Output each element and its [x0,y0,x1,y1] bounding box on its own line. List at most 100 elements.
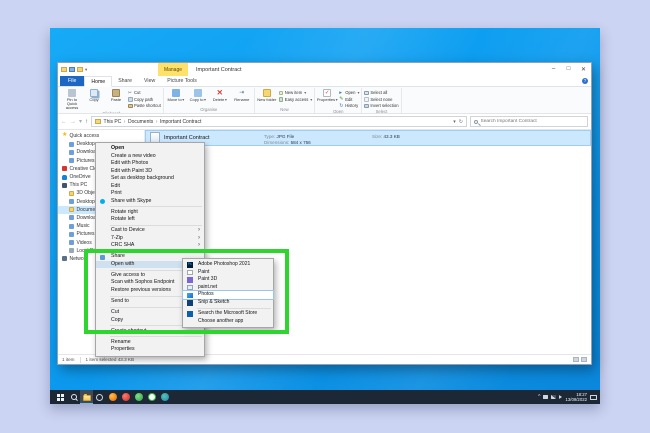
copy-button[interactable]: Copy [84,89,104,102]
rename-button[interactable]: Rename [232,89,252,102]
context-menu-item[interactable]: Open [96,145,204,153]
quick-access-item2-icon[interactable] [77,67,83,72]
taskbar-button[interactable] [80,390,93,404]
context-menu-item[interactable]: Share with Skype [96,198,204,206]
back-icon[interactable]: ← [61,117,67,127]
tray-expand-chevron-icon[interactable]: ^ [538,395,540,400]
menu-item-label: Set as desktop background [111,175,174,181]
edit-button[interactable]: Edit [339,97,359,103]
context-menu-item[interactable]: Set as desktop background [96,175,204,183]
context-menu-item[interactable]: Properties [96,346,204,354]
window-controls: – □ ✕ [546,63,591,75]
context-menu-item[interactable]: CRC SHA [96,242,204,250]
taskbar-button[interactable] [93,390,106,404]
tab-picture-tools[interactable]: Picture Tools [161,76,203,86]
chevron-down-icon: ▾ [304,90,306,95]
minimize-button[interactable]: – [546,63,561,75]
breadcrumb-segment[interactable]: This PC [104,119,122,125]
open-with-app-item[interactable]: Paint [183,269,273,277]
open-with-app-item[interactable]: Snip & Sketch [183,299,273,307]
touch-keyboard-icon[interactable] [590,395,597,400]
pin-to-quick-access-button[interactable]: Pin to Quick access [62,89,82,111]
taskbar-button[interactable] [145,390,158,404]
sidebar-item-icon [69,232,74,237]
file-meta: Type: JPG File Dimensions: 584 x 756 [264,134,311,146]
context-menu-item[interactable]: Edit with Paint 3D [96,168,204,176]
up-icon[interactable]: ↑ [85,117,88,127]
taskbar-clock[interactable]: 18:27 13/09/2022 [565,392,587,402]
file-row[interactable]: Important Contract Type: JPG File Dimens… [145,130,591,146]
taskbar-button[interactable] [106,390,119,404]
view-thumbnails-icon[interactable] [581,357,587,362]
open-with-app-item[interactable]: Photos [183,291,273,299]
ribbon-group-label: Select [364,109,398,114]
taskbar-button[interactable] [158,390,171,404]
open-with-app-item[interactable]: Paint 3D [183,276,273,284]
address-dropdown-icon[interactable]: ▾ [453,119,456,125]
volume-tray-icon[interactable] [559,395,562,399]
quick-access-item-icon[interactable] [69,67,75,72]
folder-icon [95,119,101,124]
paste-shortcut-icon [128,104,133,109]
help-icon[interactable]: ? [582,78,588,84]
context-menu-item[interactable]: Print [96,190,204,198]
move-to-icon [172,89,180,97]
context-menu-item[interactable]: Edit with Photos [96,160,204,168]
delete-button[interactable]: Delete▾ [210,89,230,102]
tab-view[interactable]: View [138,76,161,86]
customize-qat-chevron-icon[interactable]: ▾ [85,67,87,73]
open-with-app-item[interactable]: Choose another app [183,318,273,326]
breadcrumb[interactable]: This PC › Documents › Important Contract… [91,116,467,127]
cut-button[interactable]: Cut [128,90,161,96]
menu-item-label: Create a new video [111,153,156,159]
properties-button[interactable]: Properties▾ [317,89,337,102]
close-button[interactable]: ✕ [576,63,591,75]
select-all-button[interactable]: Select all [364,90,398,96]
context-menu-item[interactable]: Rename [96,339,204,347]
context-menu-item[interactable]: Rotate left [96,216,204,224]
context-menu-item[interactable]: Create a new video [96,153,204,161]
new-folder-button[interactable]: New folder [257,89,277,102]
easy-access-button[interactable]: Easy access▾ [279,97,312,103]
copy-path-button[interactable]: Copy path [128,97,161,103]
network-tray-icon[interactable] [551,395,556,399]
history-dropdown-icon[interactable]: ▾ [79,117,82,127]
forward-icon[interactable]: → [70,117,76,127]
menu-item-label: Cut [111,309,119,315]
context-menu-item[interactable]: 7-Zip [96,235,204,243]
copy-to-button[interactable]: Copy to▾ [188,89,208,102]
maximize-button[interactable]: □ [561,63,576,75]
open-with-app-item[interactable]: Adobe Photoshop 2021 [183,261,273,269]
app-label: Paint 3D [198,276,217,282]
tab-share[interactable]: Share [112,76,138,86]
easy-access-icon [279,97,284,102]
menu-item-label: CRC SHA [111,242,134,248]
search-input[interactable] [481,119,585,124]
breadcrumb-segment[interactable]: Important Contract [160,119,201,125]
context-menu-item[interactable]: Edit [96,183,204,191]
breadcrumb-segment[interactable]: Documents [128,119,153,125]
select-none-button[interactable]: Select none [364,97,398,103]
taskbar-button[interactable] [132,390,145,404]
taskbar-button[interactable] [67,390,80,404]
open-button[interactable]: Open▾ [339,90,359,96]
open-with-app-item[interactable]: Search the Microsoft Store [183,310,273,318]
taskbar-button[interactable] [119,390,132,404]
sidebar-item[interactable]: Quick access [58,132,144,140]
menu-item-icon [100,229,105,234]
refresh-icon[interactable]: ↻ [459,119,463,125]
tab-home[interactable]: Home [84,76,112,87]
view-details-icon[interactable] [573,357,579,362]
chevron-down-icon: ▾ [310,97,312,102]
move-to-button[interactable]: Move to▾ [166,89,186,102]
paste-button[interactable]: Paste [106,89,126,102]
taskbar-button[interactable] [54,390,67,404]
open-with-app-item[interactable]: paint.net [183,284,273,292]
context-menu-item[interactable]: Rotate right [96,209,204,217]
context-menu-item[interactable]: Create shortcut [96,328,204,336]
tab-file[interactable]: File [60,76,84,86]
new-item-button[interactable]: New item▾ [279,90,312,96]
onedrive-tray-icon[interactable] [543,395,548,399]
paste-shortcut-button[interactable]: Paste shortcut [128,103,161,109]
context-menu-item[interactable]: Cast to Device [96,227,204,235]
